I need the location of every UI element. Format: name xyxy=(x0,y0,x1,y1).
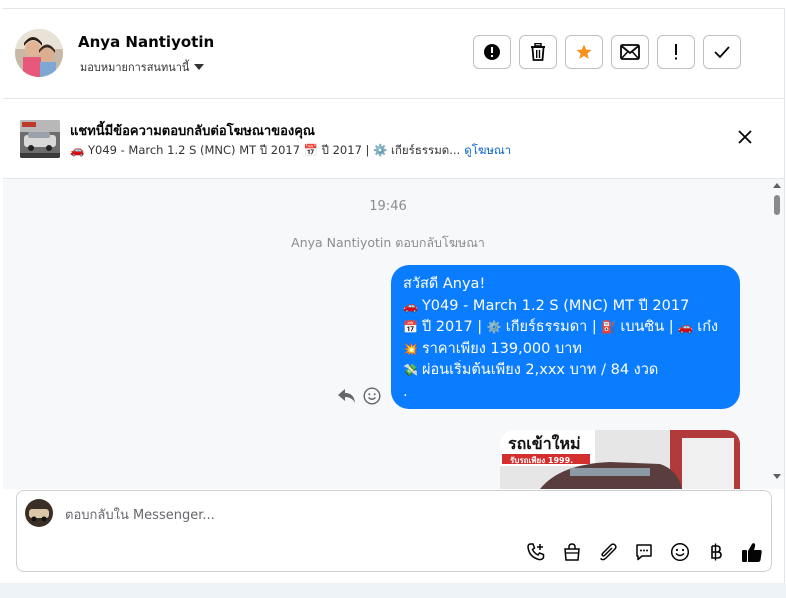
image-subcaption: รับรถเพียง 1999. xyxy=(510,456,574,465)
assign-label: มอบหมายการสนทนานี้ xyxy=(80,61,190,74)
message-thread[interactable]: 19:46 Anya Nantiyotin ตอบกลับโฆษณา สวัสด… xyxy=(3,179,784,489)
fuel-icon: ⛽ xyxy=(601,320,617,334)
contact-avatar[interactable] xyxy=(15,29,63,77)
mark-unread-button[interactable] xyxy=(611,35,649,69)
mark-spam-button[interactable] xyxy=(473,35,511,69)
message-line: 💥 ราคาเพียง 139,000 บาท xyxy=(403,340,582,357)
close-icon xyxy=(738,130,752,144)
ad-reply-notice: Anya Nantiyotin ตอบกลับโฆษณา xyxy=(291,235,485,250)
attach-button[interactable] xyxy=(595,539,621,565)
call-button[interactable] xyxy=(523,539,549,565)
mark-done-button[interactable] xyxy=(703,35,741,69)
star-icon xyxy=(576,44,592,59)
shopping-bag-icon xyxy=(564,543,580,561)
conversation-header: Anya Nantiyotin มอบหมายการสนทนานี้ xyxy=(3,9,784,99)
caret-down-icon xyxy=(194,64,205,70)
like-button[interactable] xyxy=(739,539,765,565)
ad-thumbnail[interactable] xyxy=(20,120,60,158)
reply-input[interactable]: ตอบกลับใน Messenger... xyxy=(65,504,215,525)
message-line: 💸 ผ่อนเริ่มต้นเพียง 2,xxx บาท / 84 งวด xyxy=(403,362,659,378)
message-line: 📅 ปี 2017 | ⚙️ เกียร์ธรรมดา | ⛽ เบนซิน | 🚗 เ… xyxy=(403,319,719,335)
exclamation-icon xyxy=(675,44,677,60)
phone-plus-icon xyxy=(527,543,545,561)
thumbs-up-icon xyxy=(742,543,762,562)
outgoing-message-bubble[interactable]: สวัสดี Anya! 🚗 Y049 - March 1.2 S (MNC) M… xyxy=(391,265,740,409)
message-line: สวัสดี Anya! xyxy=(403,276,486,292)
conversation-actions xyxy=(473,35,741,69)
follow-up-button[interactable] xyxy=(657,35,695,69)
star-button[interactable] xyxy=(565,35,603,69)
ad-banner-title: แชทนี้มีข้อความตอบกลับต่อโฆษณาของคุณ xyxy=(70,124,315,139)
check-icon xyxy=(714,46,730,59)
baht-icon xyxy=(711,543,722,561)
contact-name[interactable]: Anya Nantiyotin xyxy=(78,33,214,51)
emoji-reaction-icon[interactable] xyxy=(363,387,381,405)
chat-bubble-icon xyxy=(636,544,652,561)
inbox-conversation-panel: Anya Nantiyotin มอบหมายการสนทนานี้ แชทนี… xyxy=(3,8,785,584)
page-avatar xyxy=(25,499,53,527)
emoji-button[interactable] xyxy=(667,539,693,565)
reply-icon[interactable] xyxy=(337,387,357,405)
reply-composer: ตอบกลับใน Messenger... xyxy=(16,490,772,572)
composer-toolbar xyxy=(523,539,765,565)
car-icon: 🚗 xyxy=(678,320,694,334)
smiley-icon xyxy=(670,542,690,562)
shop-button[interactable] xyxy=(559,539,585,565)
alert-circle-icon xyxy=(484,44,500,60)
view-ad-link[interactable]: ดูโฆษณา xyxy=(464,143,511,157)
paperclip-icon xyxy=(599,543,617,561)
message-line: 🚗 Y049 - March 1.2 S (MNC) MT ปี 2017 xyxy=(403,297,690,314)
message-line: . xyxy=(403,383,408,400)
message-timestamp: 19:46 xyxy=(369,199,407,214)
payment-button[interactable] xyxy=(703,539,729,565)
ad-banner-subtitle: 🚗 Y049 - March 1.2 S (MNC) MT ปี 2017 📅 … xyxy=(70,142,511,160)
envelope-icon xyxy=(620,44,640,60)
assign-conversation-dropdown[interactable]: มอบหมายการสนทนานี้ xyxy=(80,58,205,76)
close-banner-button[interactable] xyxy=(738,129,752,148)
boom-icon: 💥 xyxy=(403,341,418,356)
gear-icon: ⚙️ xyxy=(486,320,502,334)
car-icon: 🚗 xyxy=(403,298,418,313)
image-message[interactable]: รถเข้าใหม่ รับรถเพียง 1999. xyxy=(500,430,740,489)
ad-reply-banner: แชทนี้มีข้อความตอบกลับต่อโฆษณาของคุณ 🚗 Y… xyxy=(3,99,784,179)
calendar-icon: 📅 xyxy=(403,320,418,334)
page-footer-strip xyxy=(0,583,786,598)
ad-description: 🚗 Y049 - March 1.2 S (MNC) MT ปี 2017 📅 … xyxy=(70,143,461,157)
thread-scrollbar[interactable] xyxy=(771,179,783,489)
money-icon: 💸 xyxy=(403,363,418,377)
trash-icon xyxy=(531,43,545,61)
saved-replies-button[interactable] xyxy=(631,539,657,565)
message-tools xyxy=(337,387,381,405)
delete-button[interactable] xyxy=(519,35,557,69)
